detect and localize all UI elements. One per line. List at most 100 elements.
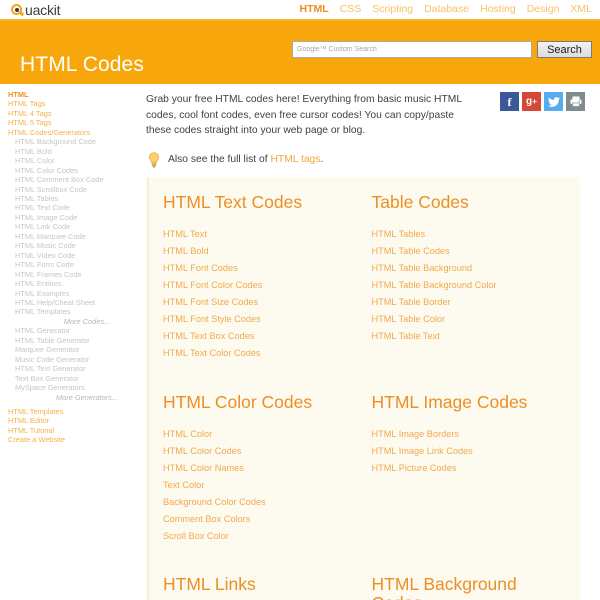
tip-text: Also see the full list of HTML tags.	[168, 154, 323, 165]
section-link-html-text-color-codes[interactable]: HTML Text Color Codes	[163, 345, 372, 362]
sidebar-item-html-video-code[interactable]: HTML Video Code	[8, 251, 140, 260]
sidebar-item-html-tutorial[interactable]: HTML Tutorial	[8, 426, 140, 435]
section-link-html-table-border[interactable]: HTML Table Border	[372, 294, 581, 311]
top-navigation: HTML CSS Scripting Database Hosting Design XML	[300, 3, 592, 15]
sidebar-item-more-codes[interactable]: More Codes...	[8, 317, 140, 326]
magnifier-q-icon	[11, 3, 25, 17]
section-link-html-color-names[interactable]: HTML Color Names	[163, 460, 372, 477]
section-link-background-color-codes[interactable]: Background Color Codes	[163, 494, 372, 511]
sidebar-item-html-templates[interactable]: HTML Templates	[8, 307, 140, 316]
sidebar-item-music-code-generator[interactable]: Music Code Generator	[8, 355, 140, 364]
sidebar-item-html-frames-code[interactable]: HTML Frames Code	[8, 270, 140, 279]
section-title: HTML Background Codes	[371, 574, 517, 600]
section-link-html-table-color[interactable]: HTML Table Color	[372, 311, 581, 328]
sidebar-item-html-image-code[interactable]: HTML Image Code	[8, 213, 140, 222]
sidebar-item-html-generator[interactable]: HTML Generator	[8, 326, 140, 335]
section-link-html-font-color-codes[interactable]: HTML Font Color Codes	[163, 277, 372, 294]
intro-paragraph: Grab your free HTML codes here! Everythi…	[146, 94, 462, 137]
section-link-html-image-borders[interactable]: HTML Image Borders	[372, 426, 581, 443]
main-content: Grab your free HTML codes here! Everythi…	[140, 84, 600, 600]
sidebar-item-html-5-tags[interactable]: HTML 5 Tags	[8, 118, 140, 127]
sidebar-item-html-4-tags[interactable]: HTML 4 Tags	[8, 109, 140, 118]
sidebar-item-html-form-code[interactable]: HTML Form Code	[8, 260, 140, 269]
section-link-html-font-size-codes[interactable]: HTML Font Size Codes	[163, 294, 372, 311]
sidebar-item-html-examples[interactable]: HTML Examples	[8, 289, 140, 298]
html-tags-link[interactable]: HTML tags	[270, 154, 320, 165]
sidebar-item-html-tags[interactable]: HTML Tags	[8, 99, 140, 108]
topnav-item-xml[interactable]: XML	[570, 3, 592, 15]
page-header: HTML Codes Search	[0, 21, 600, 84]
sidebar-item-html-templates[interactable]: HTML Templates	[8, 407, 140, 416]
sidebar-item-myspace-generators[interactable]: MySpace Generators	[8, 383, 140, 392]
section-link-html-picture-codes[interactable]: HTML Picture Codes	[372, 460, 581, 477]
facebook-icon[interactable]: f	[500, 92, 519, 111]
sidebar-item-html-help-cheat-sheet[interactable]: HTML Help/Cheat Sheet	[8, 298, 140, 307]
section-link-html-table-background-color[interactable]: HTML Table Background Color	[372, 277, 581, 294]
sidebar-item-html-link-code[interactable]: HTML Link Code	[8, 222, 140, 231]
codes-panel: HTML Text Codes HTML Text HTML Bold HTML Fo…	[147, 176, 581, 600]
section-link-html-font-codes[interactable]: HTML Font Codes	[163, 260, 372, 277]
topnav-item-hosting[interactable]: Hosting	[480, 3, 516, 15]
section-title: HTML Color Codes	[163, 391, 313, 412]
sidebar-item-html-color-codes[interactable]: HTML Color Codes	[8, 166, 140, 175]
sidebar-item-html-codes-generators[interactable]: HTML Codes/Generators	[8, 128, 140, 137]
twitter-icon[interactable]	[544, 92, 563, 111]
sidebar-item-html-scrollbox-code[interactable]: HTML Scrollbox Code	[8, 185, 140, 194]
sidebar-item-html-music-code[interactable]: HTML Music Code	[8, 241, 140, 250]
intro-block: Grab your free HTML codes here! Everythi…	[140, 90, 600, 139]
topnav-item-css[interactable]: CSS	[340, 3, 362, 15]
section-link-html-bold[interactable]: HTML Bold	[163, 243, 372, 260]
section-link-comment-box-colors[interactable]: Comment Box Colors	[163, 511, 372, 528]
sidebar-item-html-text-code[interactable]: HTML Text Code	[8, 203, 140, 212]
sidebar-item-html-marquee-code[interactable]: HTML Marquee Code	[8, 232, 140, 241]
section-link-html-table-background[interactable]: HTML Table Background	[372, 260, 581, 277]
sidebar-item-html-background-code[interactable]: HTML Background Code	[8, 137, 140, 146]
codes-section: HTML Color Codes HTML Color HTML Color Cod…	[163, 391, 372, 546]
sidebar-item-html-tables[interactable]: HTML Tables	[8, 194, 140, 203]
sidebar-item-text-box-generator[interactable]: Text Box Generator	[8, 374, 140, 383]
page-body: HTML HTML Tags HTML 4 Tags HTML 5 Tags HTML …	[0, 84, 600, 600]
section-link-html-table-codes[interactable]: HTML Table Codes	[372, 243, 581, 260]
section-link-html-text[interactable]: HTML Text	[163, 226, 372, 243]
sidebar-item-html-color[interactable]: HTML Color	[8, 156, 140, 165]
section-link-text-color[interactable]: Text Color	[163, 477, 372, 494]
tip-text-after: .	[320, 154, 324, 166]
section-title: Table Codes	[371, 191, 469, 212]
codes-grid: HTML Text Codes HTML Text HTML Bold HTML Fo…	[163, 191, 581, 600]
google-plus-icon[interactable]: g +	[522, 92, 541, 111]
sidebar-item-html-bold[interactable]: HTML Bold	[8, 147, 140, 156]
section-link-html-font-style-codes[interactable]: HTML Font Style Codes	[163, 311, 372, 328]
print-icon[interactable]	[566, 92, 585, 111]
section-link-scroll-box-color[interactable]: Scroll Box Color	[163, 528, 372, 545]
sidebar-item-more-generators[interactable]: More Generators...	[8, 393, 140, 402]
section-link-html-color[interactable]: HTML Color	[163, 426, 372, 443]
tip-row: Also see the full list of HTML tags.	[147, 152, 600, 168]
search-button[interactable]: Search	[537, 41, 592, 58]
codes-section: HTML Image Codes HTML Image Borders HTML I…	[371, 391, 581, 546]
sidebar-item-create-a-website[interactable]: Create a Website	[8, 435, 140, 444]
sidebar-item-html-table-generator[interactable]: HTML Table Generator	[8, 336, 140, 345]
sidebar-item-marquee-generator[interactable]: Marquee Generator	[8, 345, 140, 354]
topnav-item-database[interactable]: Database	[424, 3, 469, 15]
section-link-html-image-link-codes[interactable]: HTML Image Link Codes	[372, 443, 581, 460]
search-input[interactable]	[292, 41, 532, 58]
sidebar: HTML HTML Tags HTML 4 Tags HTML 5 Tags HTML …	[0, 84, 140, 445]
section-link-html-color-codes[interactable]: HTML Color Codes	[163, 443, 372, 460]
sidebar-item-html-text-generator[interactable]: HTML Text Generator	[8, 364, 140, 373]
sidebar-item-html[interactable]: HTML	[8, 90, 140, 99]
sidebar-item-html-entities[interactable]: HTML Entities	[8, 279, 140, 288]
sidebar-item-html-editor[interactable]: HTML Editor	[8, 416, 140, 425]
sidebar-item-html-comment-box-code[interactable]: HTML Comment Box Code	[8, 175, 140, 184]
site-logo-text: uackit	[25, 2, 61, 18]
site-logo[interactable]: uackit	[11, 1, 61, 19]
section-title: HTML Image Codes	[371, 391, 528, 412]
section-link-html-table-text[interactable]: HTML Table Text	[372, 328, 581, 345]
section-link-html-tables[interactable]: HTML Tables	[372, 226, 581, 243]
topnav-item-scripting[interactable]: Scripting	[372, 3, 413, 15]
topnav-item-html[interactable]: HTML	[300, 3, 329, 15]
section-link-html-text-box-codes[interactable]: HTML Text Box Codes	[163, 328, 372, 345]
top-bar: uackit HTML CSS Scripting Database Hosting De…	[0, 0, 600, 21]
social-buttons: f g +	[500, 92, 585, 111]
codes-section: HTML Text Codes HTML Text HTML Bold HTML Fo…	[163, 192, 372, 363]
topnav-item-design[interactable]: Design	[527, 3, 560, 15]
